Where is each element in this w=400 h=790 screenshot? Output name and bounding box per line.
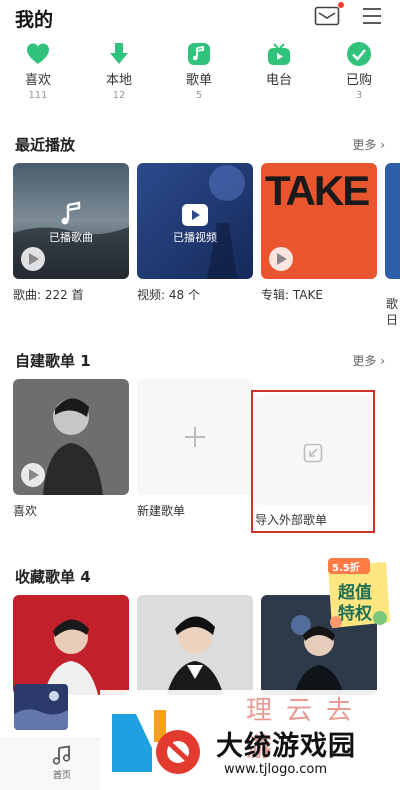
- watermark-title: 大统游戏园: [216, 731, 356, 762]
- video-play-icon: [182, 204, 208, 226]
- play-button[interactable]: [21, 463, 45, 487]
- recent-album-card[interactable]: TAKE 专辑: TAKE: [261, 163, 377, 303]
- playlist-likes-card[interactable]: 喜欢: [13, 379, 129, 519]
- nav-home-label: 首页: [52, 771, 71, 781]
- cover-image: 已播歌曲: [13, 163, 129, 279]
- radio-icon: [265, 40, 293, 68]
- promo-badge[interactable]: 5.5折 超值 特权: [322, 556, 394, 632]
- cover-image: 已播视频: [137, 163, 253, 279]
- music-note-icon: [185, 40, 213, 68]
- self-playlists-header: 自建歌单 1 更多 ›: [15, 350, 385, 372]
- notification-dot: [338, 2, 344, 8]
- highlight-box: [251, 390, 375, 533]
- card-caption: 视频: 48 个: [137, 288, 200, 302]
- cover-image: [137, 595, 253, 695]
- quick-link-local[interactable]: 本地 12: [87, 40, 151, 112]
- promo-line2: 特权: [338, 604, 372, 624]
- quick-link-label: 本地: [105, 73, 132, 88]
- card-caption: 专辑: TAKE: [261, 288, 323, 302]
- cover-image: [13, 379, 129, 495]
- partial-card-caption: 歌日: [386, 297, 399, 327]
- cover-image: TAKE: [261, 163, 377, 279]
- page-title: 我的: [15, 9, 54, 31]
- heart-icon: [24, 40, 52, 68]
- quick-link-count: 3: [355, 90, 363, 101]
- quick-link-purchased[interactable]: 已购 3: [327, 40, 391, 112]
- cover-overlay-label: 已播视频: [173, 231, 217, 244]
- quick-link-count: 111: [28, 90, 48, 101]
- watermark-logo: [112, 710, 200, 774]
- partial-card-cover: [385, 163, 400, 279]
- mail-icon[interactable]: [314, 6, 340, 26]
- collected-card[interactable]: [137, 595, 253, 695]
- new-playlist-tile: [137, 379, 253, 495]
- section-title: 自建歌单 1: [15, 352, 91, 370]
- quick-link-radio[interactable]: 电台: [247, 40, 311, 112]
- menu-icon[interactable]: [360, 6, 384, 26]
- watermark: 理云去游 大统游戏园 www.tjlogo.com: [100, 690, 400, 790]
- card-caption: 新建歌单: [137, 504, 186, 518]
- watermark-url: www.tjlogo.com: [224, 762, 327, 777]
- play-icon: [277, 253, 287, 265]
- nav-home[interactable]: 首页: [44, 745, 80, 781]
- play-button[interactable]: [21, 247, 45, 271]
- album-cover-title: TAKE: [265, 167, 370, 214]
- section-title: 收藏歌单 4: [15, 568, 91, 586]
- cover-overlay-label: 已播歌曲: [49, 231, 93, 244]
- recent-videos-card[interactable]: 已播视频 视频: 48 个: [137, 163, 253, 303]
- play-button[interactable]: [269, 247, 293, 271]
- recent-songs-card[interactable]: 已播歌曲 歌曲: 222 首: [13, 163, 129, 303]
- collected-card[interactable]: [13, 595, 129, 695]
- play-icon: [29, 469, 39, 481]
- section-title: 最近播放: [15, 136, 76, 154]
- check-icon: [345, 40, 373, 68]
- quick-link-count: 5: [195, 90, 203, 101]
- new-playlist-card[interactable]: 新建歌单: [137, 379, 253, 519]
- quick-link-label: 喜欢: [24, 73, 51, 88]
- quick-link-label: 电台: [265, 73, 292, 88]
- download-icon: [105, 40, 133, 68]
- header: 我的: [0, 0, 400, 36]
- recent-section-header: 最近播放 更多 ›: [15, 134, 385, 156]
- quick-link-count: 12: [112, 90, 126, 101]
- quick-link-playlists[interactable]: 歌单 5: [167, 40, 231, 112]
- quick-link-label: 已购: [345, 73, 372, 88]
- music-note-icon: [52, 745, 71, 765]
- more-link[interactable]: 更多 ›: [352, 136, 385, 153]
- promo-discount: 5.5折: [332, 563, 360, 574]
- quick-link-label: 歌单: [185, 73, 212, 88]
- plus-icon: [185, 427, 205, 447]
- card-caption: 歌曲: 222 首: [13, 288, 84, 302]
- play-icon: [29, 253, 39, 265]
- quick-link-likes[interactable]: 喜欢 111: [6, 40, 70, 112]
- quick-links: 喜欢 111 本地 12 歌单 5 电台 已购 3: [0, 40, 400, 112]
- music-note-icon: [61, 201, 81, 225]
- more-link[interactable]: 更多 ›: [352, 352, 385, 369]
- cover-image: [13, 595, 129, 695]
- mini-player-cover: [14, 684, 68, 730]
- card-caption: 喜欢: [13, 504, 38, 518]
